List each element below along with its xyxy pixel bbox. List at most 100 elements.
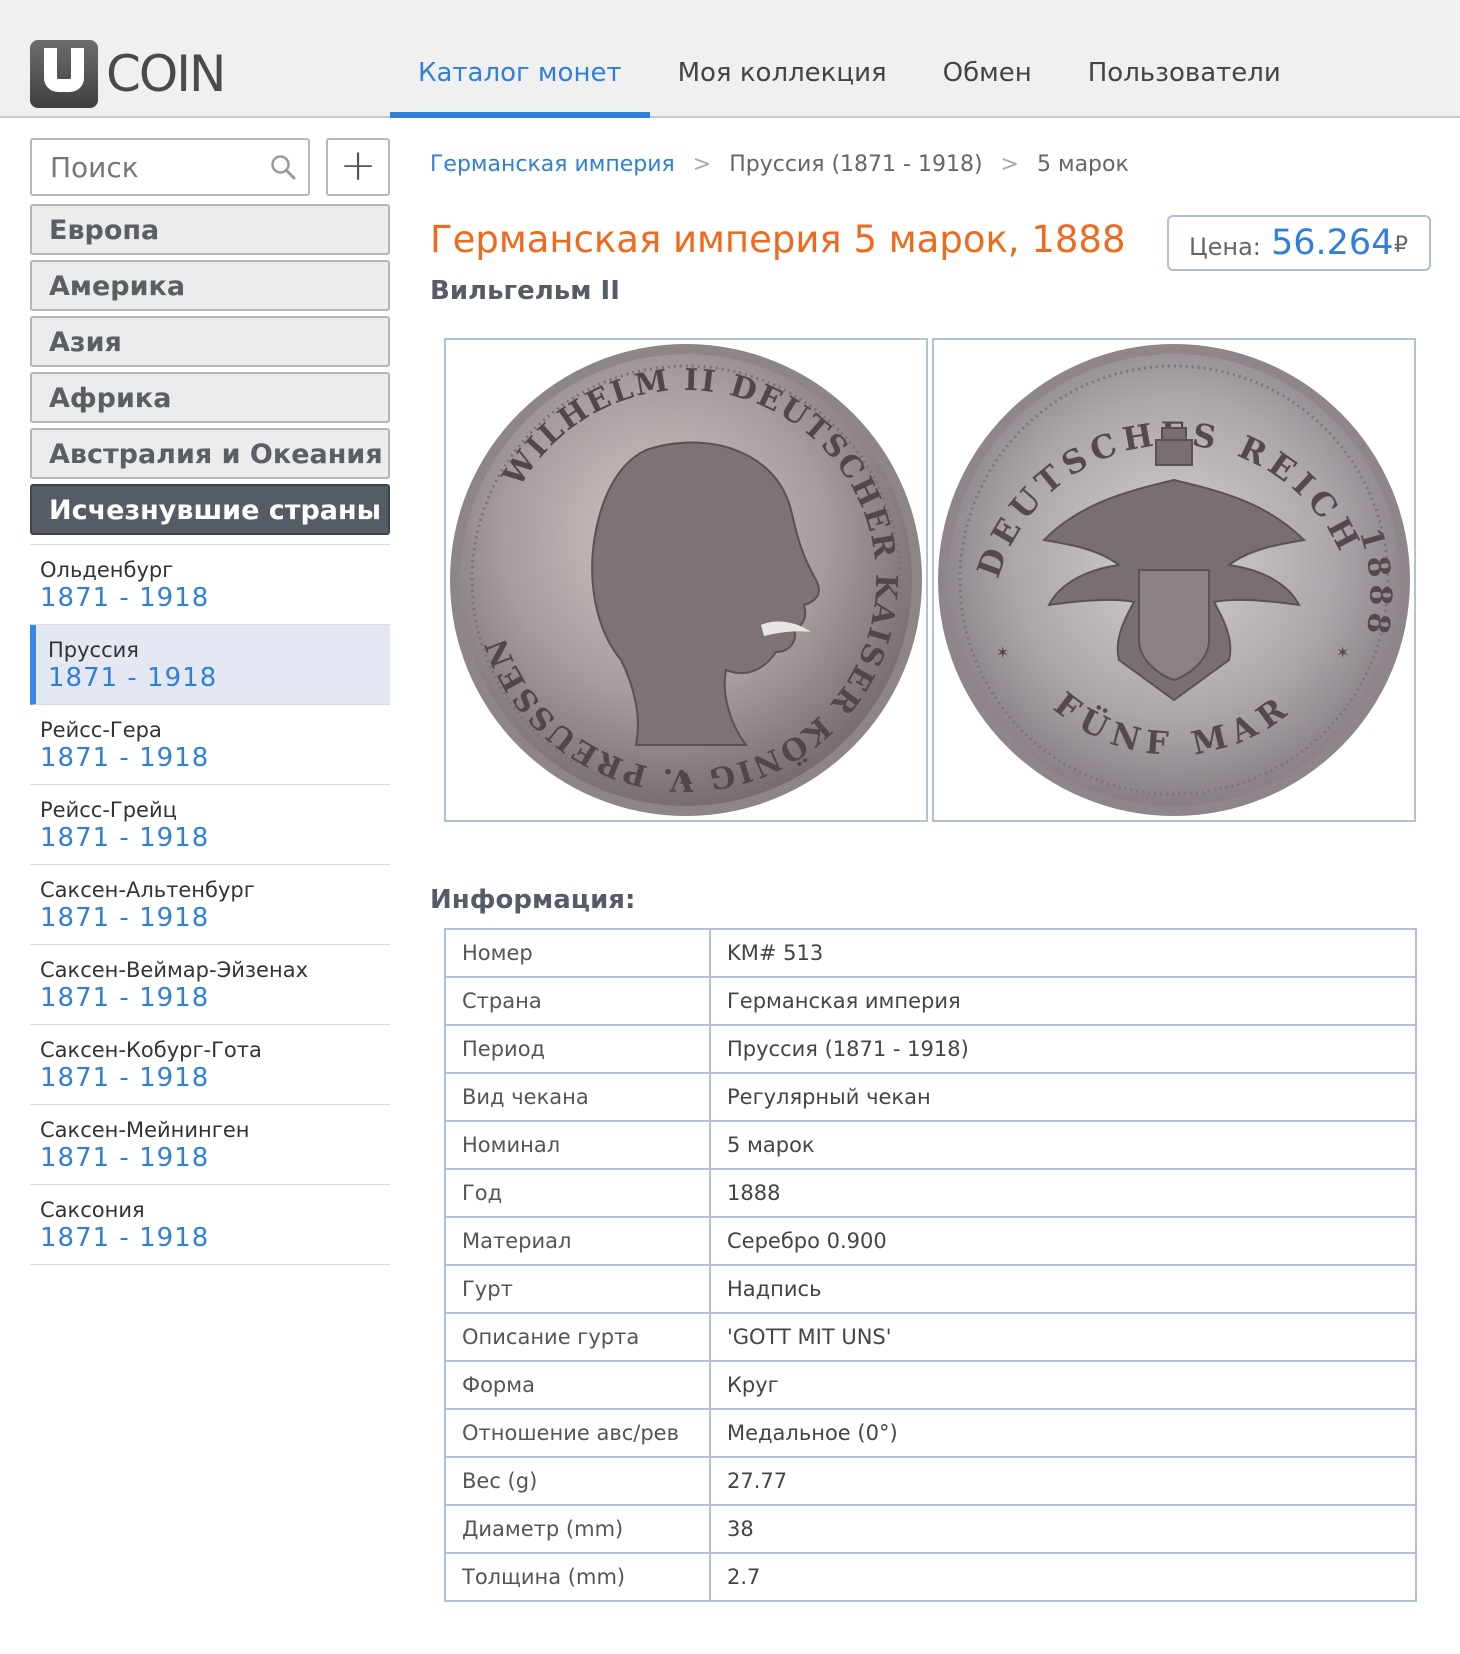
nav-catalog[interactable]: Каталог монет xyxy=(390,40,650,118)
info-key: Вес (g) xyxy=(444,1456,711,1506)
country-years[interactable]: 1871 - 1918 xyxy=(40,823,390,853)
table-row: Толщина (mm) 2.7 xyxy=(444,1552,1417,1602)
region-australia-oceania[interactable]: Австралия и Океания xyxy=(30,428,390,479)
info-key: Номинал xyxy=(444,1120,711,1170)
country-years[interactable]: 1871 - 1918 xyxy=(40,743,390,773)
search-box xyxy=(30,138,310,196)
info-value: 1888 xyxy=(709,1168,1417,1218)
table-row: Вес (g) 27.77 xyxy=(444,1456,1417,1506)
main-nav: Каталог монет Моя коллекция Обмен Пользо… xyxy=(390,40,1309,118)
country-years[interactable]: 1871 - 1918 xyxy=(40,903,390,933)
logo-mark xyxy=(30,40,98,108)
top-header: COIN Каталог монет Моя коллекция Обмен П… xyxy=(0,0,1460,118)
info-section-title: Информация: xyxy=(430,885,636,915)
reverse-coin-graphic: DEUTSCHES REICH 1888 FÜNF MARK ✶ ✶ xyxy=(934,340,1410,816)
info-key: Отношение авс/рев xyxy=(444,1408,711,1458)
info-value: Серебро 0.900 xyxy=(709,1216,1417,1266)
star-ornament-left: ✶ xyxy=(996,643,1009,662)
logo-text: COIN xyxy=(106,45,226,103)
info-key: Год xyxy=(444,1168,711,1218)
country-years[interactable]: 1871 - 1918 xyxy=(40,983,390,1013)
country-years[interactable]: 1871 - 1918 xyxy=(40,1063,390,1093)
breadcrumb-prussia[interactable]: Пруссия (1871 - 1918) xyxy=(729,152,982,177)
info-key: Гурт xyxy=(444,1264,711,1314)
info-key: Описание гурта xyxy=(444,1312,711,1362)
info-value: Германская империя xyxy=(709,976,1417,1026)
info-value: Медальное (0°) xyxy=(709,1408,1417,1458)
country-item-reuss-gera[interactable]: Рейсс-Гера 1871 - 1918 xyxy=(30,705,390,785)
info-value: Круг xyxy=(709,1360,1417,1410)
info-key: Вид чекана xyxy=(444,1072,711,1122)
country-item-saxe-coburg-gotha[interactable]: Саксен-Кобург-Гота 1871 - 1918 xyxy=(30,1025,390,1105)
country-item-reuss-greiz[interactable]: Рейсс-Грейц 1871 - 1918 xyxy=(30,785,390,865)
country-item-saxony[interactable]: Саксония 1871 - 1918 xyxy=(30,1185,390,1265)
price-label: Цена: xyxy=(1189,233,1261,261)
country-item-saxe-weimar-eisenach[interactable]: Саксен-Веймар-Эйзенах 1871 - 1918 xyxy=(30,945,390,1025)
table-row: Период Пруссия (1871 - 1918) xyxy=(444,1024,1417,1074)
info-value: 5 марок xyxy=(709,1120,1417,1170)
country-years[interactable]: 1871 - 1918 xyxy=(40,583,390,613)
country-name: Саксен-Веймар-Эйзенах xyxy=(40,958,309,982)
breadcrumb-current: 5 марок xyxy=(1036,152,1129,177)
breadcrumb-separator: > xyxy=(692,152,712,177)
table-row: Страна Германская империя xyxy=(444,976,1417,1026)
region-europe[interactable]: Европа xyxy=(30,204,390,255)
country-years[interactable]: 1871 - 1918 xyxy=(40,1143,390,1173)
table-row: Описание гурта 'GOTT MIT UNS' xyxy=(444,1312,1417,1362)
search-input[interactable] xyxy=(50,140,250,194)
region-asia[interactable]: Азия xyxy=(30,316,390,367)
country-item-saxe-meiningen[interactable]: Саксен-Мейнинген 1871 - 1918 xyxy=(30,1105,390,1185)
table-row: Форма Круг xyxy=(444,1360,1417,1410)
search-icon[interactable] xyxy=(270,154,296,180)
country-item-oldenburg[interactable]: Ольденбург 1871 - 1918 xyxy=(30,545,390,625)
info-table: Номер KM# 513 Страна Германская империя Пе… xyxy=(444,928,1417,1602)
region-america[interactable]: Америка xyxy=(30,260,390,311)
country-years[interactable]: 1871 - 1918 xyxy=(48,663,390,693)
page-title: Германская империя 5 марок, 1888 xyxy=(430,218,1126,261)
breadcrumb-german-empire[interactable]: Германская империя xyxy=(430,152,675,177)
logo-letter-u xyxy=(44,48,84,92)
country-name: Саксен-Альтенбург xyxy=(40,878,255,902)
country-name: Рейсс-Гера xyxy=(40,718,162,742)
table-row: Год 1888 xyxy=(444,1168,1417,1218)
info-value: 38 xyxy=(709,1504,1417,1554)
nav-users[interactable]: Пользователи xyxy=(1060,40,1309,116)
coin-reverse-image[interactable]: DEUTSCHES REICH 1888 FÜNF MARK ✶ ✶ xyxy=(932,338,1416,822)
country-name: Ольденбург xyxy=(40,558,174,582)
table-row: Отношение авс/рев Медальное (0°) xyxy=(444,1408,1417,1458)
table-row: Гурт Надпись xyxy=(444,1264,1417,1314)
country-item-prussia[interactable]: Пруссия 1871 - 1918 xyxy=(30,625,390,705)
region-extinct-countries[interactable]: Исчезнувшие страны xyxy=(30,484,390,535)
info-value: 2.7 xyxy=(709,1552,1417,1602)
table-row: Материал Серебро 0.900 xyxy=(444,1216,1417,1266)
info-key: Номер xyxy=(444,928,711,978)
table-row: Номер KM# 513 xyxy=(444,928,1417,978)
info-key: Диаметр (mm) xyxy=(444,1504,711,1554)
nav-my-collection[interactable]: Моя коллекция xyxy=(650,40,915,116)
coin-subtitle: Вильгельм II xyxy=(430,276,620,306)
obverse-coin-graphic: WILHELM II DEUTSCHER KAISER KÖNIG V. PRE… xyxy=(450,344,922,816)
region-africa[interactable]: Африка xyxy=(30,372,390,423)
nav-exchange[interactable]: Обмен xyxy=(915,40,1060,116)
info-value: 'GOTT MIT UNS' xyxy=(709,1312,1417,1362)
country-years[interactable]: 1871 - 1918 xyxy=(40,1223,390,1253)
add-button[interactable]: + xyxy=(326,138,390,196)
info-key: Материал xyxy=(444,1216,711,1266)
coin-obverse-image[interactable]: WILHELM II DEUTSCHER KAISER KÖNIG V. PRE… xyxy=(444,338,928,822)
info-value: Пруссия (1871 - 1918) xyxy=(709,1024,1417,1074)
info-key: Форма xyxy=(444,1360,711,1410)
country-name: Рейсс-Грейц xyxy=(40,798,177,822)
ucoin-logo[interactable]: COIN xyxy=(30,40,226,108)
breadcrumb-separator: > xyxy=(1000,152,1019,177)
mint-mark: A xyxy=(679,769,693,788)
table-row: Диаметр (mm) 38 xyxy=(444,1504,1417,1554)
country-name: Пруссия xyxy=(48,638,139,662)
price-box[interactable]: Цена: 56.264 ₽ xyxy=(1167,215,1431,271)
info-value: Регулярный чекан xyxy=(709,1072,1417,1122)
country-item-saxe-altenburg[interactable]: Саксен-Альтенбург 1871 - 1918 xyxy=(30,865,390,945)
info-value: Надпись xyxy=(709,1264,1417,1314)
breadcrumb: Германская империя > Пруссия (1871 - 191… xyxy=(430,152,1129,177)
info-key: Толщина (mm) xyxy=(444,1552,711,1602)
country-list: Ольденбург 1871 - 1918 Пруссия 1871 - 19… xyxy=(30,544,390,1265)
info-key: Страна xyxy=(444,976,711,1026)
